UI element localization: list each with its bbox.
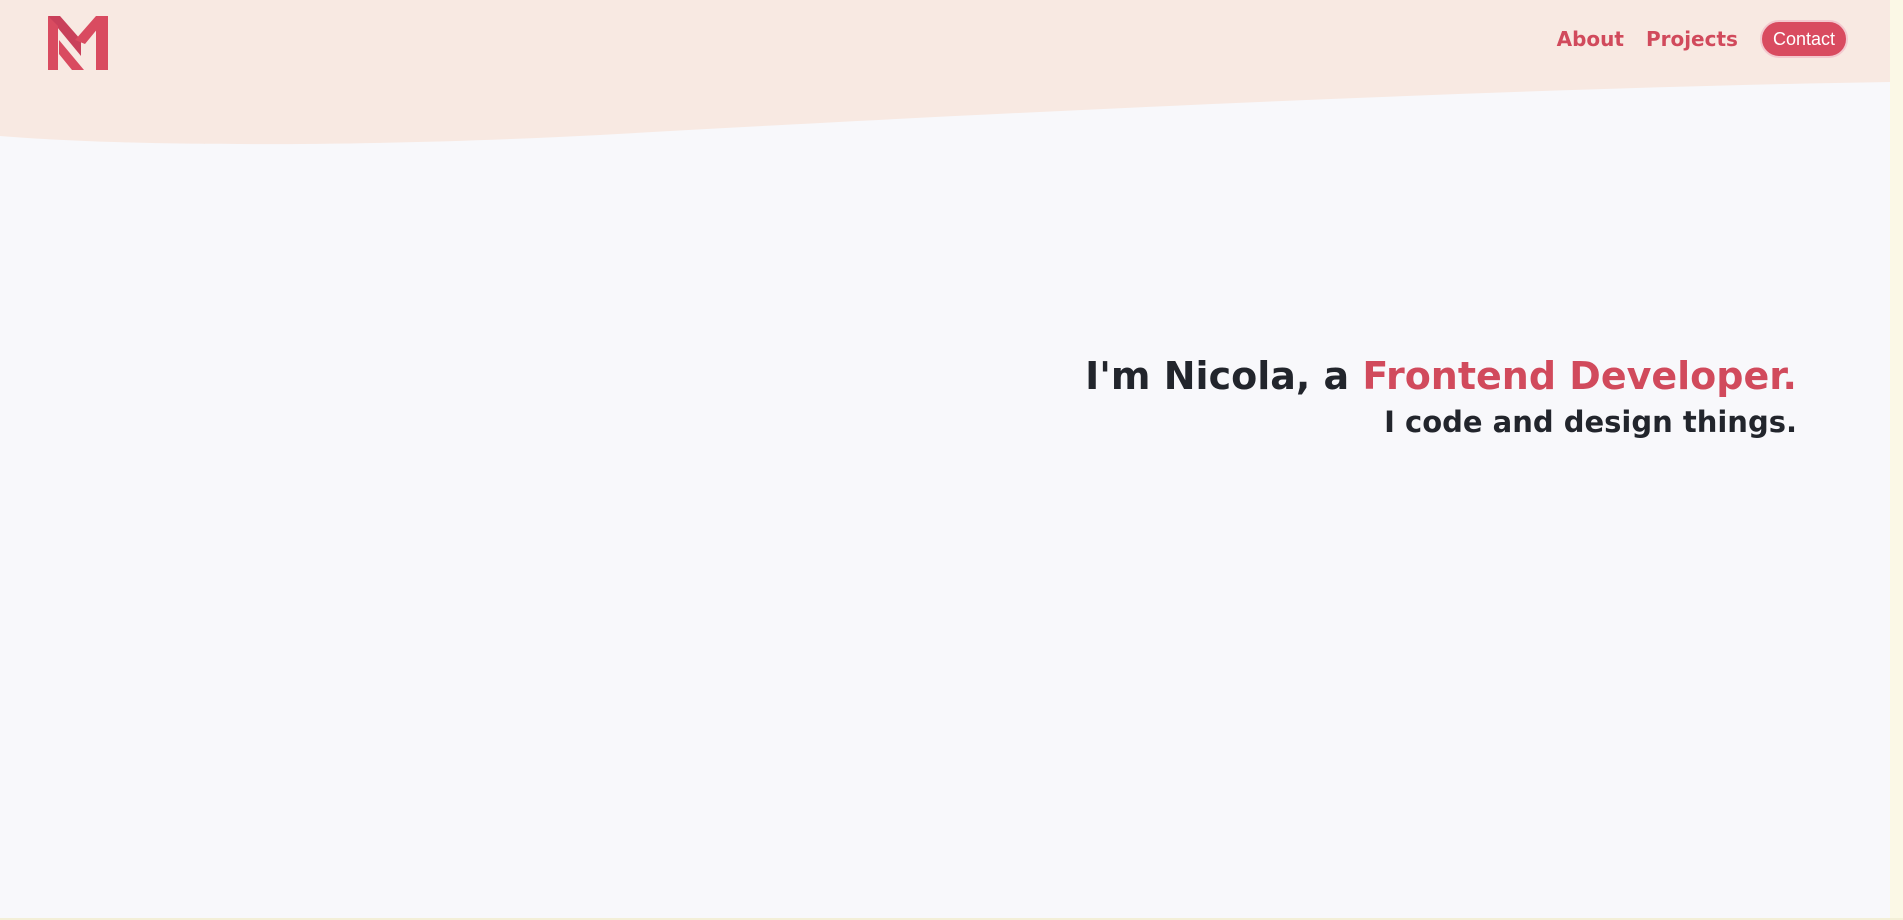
- hero-tagline: I code and design things.: [1384, 405, 1797, 439]
- main-nav: About Projects Contact: [1557, 20, 1848, 58]
- hero-section: I'm Nicola, a Frontend Developer. I code…: [1085, 350, 1797, 442]
- hero-intro-text: I'm Nicola, a: [1085, 354, 1363, 398]
- nav-link-about[interactable]: About: [1557, 20, 1624, 58]
- page: About Projects Contact I'm Nicola, a Fro…: [0, 0, 1903, 920]
- logo-icon[interactable]: [48, 16, 108, 70]
- contact-button[interactable]: Contact: [1759, 20, 1848, 58]
- hero-heading: I'm Nicola, a Frontend Developer.: [1085, 350, 1797, 402]
- right-edge-strip: [1890, 0, 1903, 920]
- hero-highlight-text: Frontend Developer.: [1362, 354, 1797, 398]
- nav-link-projects[interactable]: Projects: [1646, 20, 1738, 58]
